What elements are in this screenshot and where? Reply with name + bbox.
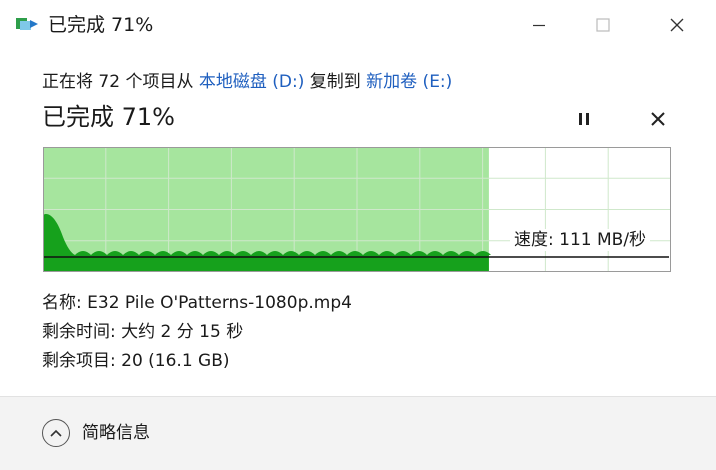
progress-title: 已完成 71% [42, 103, 175, 131]
title-bar: 已完成 71% [0, 0, 716, 50]
transfer-speed-graph [43, 147, 671, 272]
copy-description: 正在将 72 个项目从 本地磁盘 (D:) 复制到 新加卷 (E:) [42, 70, 452, 94]
source-link[interactable]: 本地磁盘 (D:) [199, 72, 305, 92]
close-icon [651, 112, 665, 126]
pause-button[interactable] [569, 104, 599, 134]
close-window-button[interactable] [654, 8, 700, 42]
minimize-button[interactable] [516, 8, 562, 42]
less-info-label: 简略信息 [82, 423, 150, 443]
cancel-button[interactable] [643, 104, 673, 134]
maximize-button[interactable] [580, 8, 626, 42]
less-info-chevron [42, 419, 70, 447]
items-remaining: 剩余项目: 20 (16.1 GB) [42, 351, 230, 371]
maximize-icon [596, 18, 610, 32]
copy-middle: 复制到 [304, 72, 367, 92]
less-info-button[interactable]: 简略信息 [42, 418, 150, 448]
time-remaining: 剩余时间: 大约 2 分 15 秒 [42, 322, 244, 342]
file-name: 名称: E32 Pile O'Patterns-1080p.mp4 [42, 293, 352, 313]
copy-app-icon [16, 18, 38, 30]
chevron-up-icon [50, 429, 62, 437]
close-icon [670, 18, 684, 32]
pause-icon [579, 113, 589, 125]
copy-prefix: 正在将 72 个项目从 [42, 72, 199, 92]
window-title: 已完成 71% [48, 14, 154, 36]
minimize-icon [533, 24, 545, 27]
destination-link[interactable]: 新加卷 (E:) [366, 72, 452, 92]
speed-label: 速度: 111 MB/秒 [510, 229, 651, 251]
